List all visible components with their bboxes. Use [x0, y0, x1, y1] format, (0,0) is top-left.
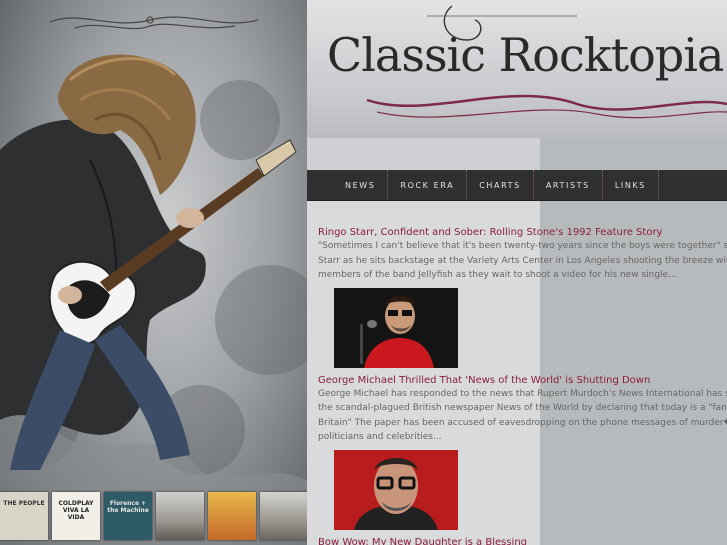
guitarist-illustration: [0, 16, 307, 545]
news-story: Bow Wow: My New Daughter is a Blessing: [318, 536, 727, 545]
story-excerpt-line: Britain" The paper has been accused of e…: [318, 417, 727, 428]
flourish-ornament: [49, 16, 259, 30]
nav-news[interactable]: NEWS: [333, 170, 389, 200]
album-cover-1[interactable]: THE PEOPLE: [0, 492, 48, 540]
album-cover-6[interactable]: [260, 492, 307, 540]
story-excerpt-line: the scandal-plagued British newspaper Ne…: [318, 403, 727, 413]
album-cover-2[interactable]: COLDPLAY VIVA LA VIDA: [52, 492, 100, 540]
news-story: George Michael Thrilled That 'News of th…: [318, 374, 727, 530]
site-header: Classic Rocktopia: [307, 0, 727, 138]
album-cover-5[interactable]: [208, 492, 256, 540]
story-headline[interactable]: Bow Wow: My New Daughter is a Blessing: [318, 536, 727, 545]
news-story: Ringo Starr, Confident and Sober: Rollin…: [318, 226, 727, 368]
main-nav: NEWS ROCK ERA CHARTS ARTISTS LINKS: [307, 170, 727, 201]
album-cover-3[interactable]: Florence + the Machine: [104, 492, 152, 540]
nav-rock-era[interactable]: ROCK ERA: [388, 170, 468, 200]
news-feed: Ringo Starr, Confident and Sober: Rollin…: [318, 226, 727, 545]
story-excerpt-line: politicians and celebrities...: [318, 432, 442, 442]
site-title[interactable]: Classic Rocktopia: [327, 28, 724, 82]
main-panel: Classic Rocktopia NEWS ROCK ERA CHARTS A…: [307, 0, 727, 545]
album-label-2: COLDPLAY VIVA LA VIDA: [58, 500, 94, 521]
story-excerpt-line: members of the band Jellyfish as they wa…: [318, 270, 677, 280]
story-headline[interactable]: George Michael Thrilled That 'News of th…: [318, 374, 727, 387]
nav-charts[interactable]: CHARTS: [467, 170, 534, 200]
hero-artwork: THE PEOPLE COLDPLAY VIVA LA VIDA Florenc…: [0, 0, 307, 545]
ringo-starr-photo[interactable]: [334, 287, 458, 368]
nav-links[interactable]: LINKS: [603, 170, 659, 200]
album-label-1: THE PEOPLE: [3, 500, 45, 507]
story-excerpt-line: "Sometimes I can't believe that it's bee…: [318, 241, 727, 251]
album-strip: THE PEOPLE COLDPLAY VIVA LA VIDA Florenc…: [0, 492, 307, 545]
nav-artists[interactable]: ARTISTS: [534, 170, 603, 200]
story-excerpt-line: Starr as he sits backstage at the Variet…: [318, 255, 727, 266]
album-label-3: Florence + the Machine: [107, 500, 149, 514]
george-michael-photo[interactable]: [334, 449, 458, 530]
story-excerpt-line: George Michael has responded to the news…: [318, 388, 727, 399]
album-cover-4[interactable]: [156, 492, 204, 540]
story-headline[interactable]: Ringo Starr, Confident and Sober: Rollin…: [318, 226, 727, 239]
